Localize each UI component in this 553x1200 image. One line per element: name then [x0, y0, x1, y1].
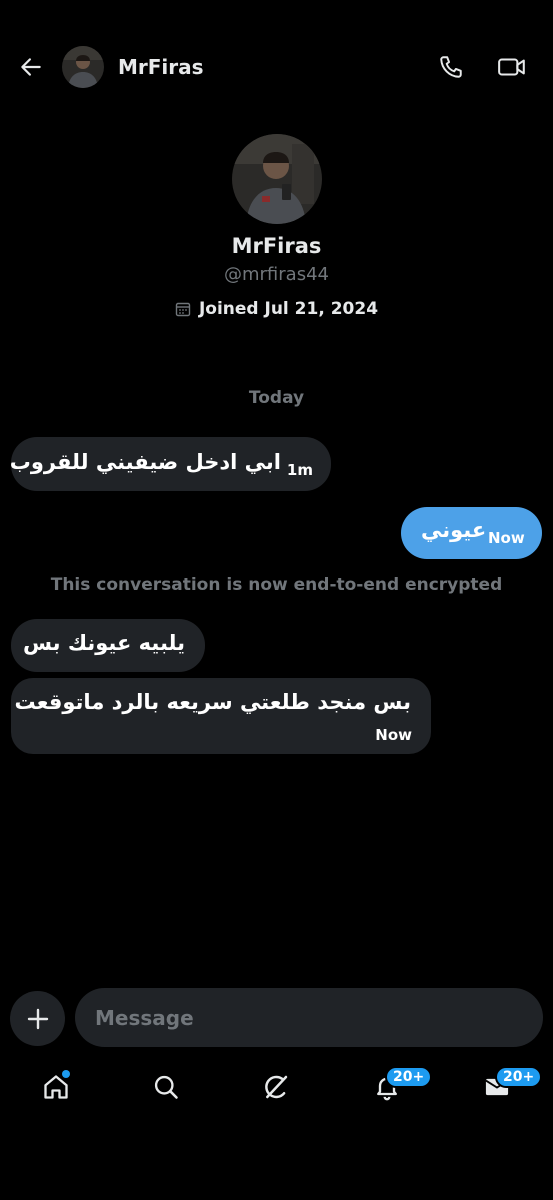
- grok-icon: [265, 1075, 288, 1099]
- video-call-button[interactable]: [494, 50, 530, 84]
- search-icon: [154, 1075, 178, 1099]
- back-button[interactable]: [14, 50, 48, 84]
- tab-home[interactable]: [31, 1064, 81, 1110]
- add-attachment-button[interactable]: [10, 991, 65, 1046]
- bottom-nav: 20+ 20+: [0, 1058, 553, 1118]
- home-indicator: [0, 1158, 553, 1162]
- message-time: Now: [375, 726, 412, 744]
- tab-messages[interactable]: 20+: [472, 1064, 543, 1110]
- calendar-icon: [175, 302, 191, 317]
- header-title[interactable]: MrFiras: [118, 55, 204, 79]
- call-button[interactable]: [434, 50, 468, 84]
- profile-avatar[interactable]: [231, 134, 322, 224]
- day-separator: Today: [248, 388, 305, 408]
- joined-text: Joined Jul 21, 2024: [198, 299, 379, 319]
- message-composer: [0, 988, 553, 1048]
- profile-name: MrFiras: [231, 234, 322, 258]
- message-input[interactable]: [75, 988, 543, 1047]
- encryption-notice: This conversation is now end-to-end encr…: [50, 575, 503, 595]
- notification-badge: 20+: [385, 1066, 433, 1088]
- message-text: يلبيه عيونك بس: [22, 631, 185, 655]
- notification-dot: [62, 1070, 70, 1078]
- message-text: ابي ادخل ضيفيني للقروب: [9, 450, 281, 474]
- profile-card: MrFiras @mrfiras44 Joined Jul 21, 2024: [0, 134, 553, 319]
- joined-date: Joined Jul 21, 2024: [0, 299, 553, 319]
- arrow-left-icon: [21, 58, 41, 76]
- message-time: Now: [488, 529, 525, 547]
- message-time: 1m: [286, 461, 313, 479]
- message-bubble-outgoing[interactable]: عيوني Now: [401, 507, 542, 559]
- chat-header: MrFiras: [0, 0, 553, 134]
- message-bubble-incoming[interactable]: ابي ادخل ضيفيني للقروب 1m: [9, 437, 331, 491]
- message-bubble-incoming[interactable]: بس منجد طلعتي سريعه بالرد ماتوقعت Now: [11, 678, 431, 754]
- messages-badge: 20+: [495, 1066, 543, 1088]
- message-bubble-incoming[interactable]: يلبيه عيونك بس: [11, 619, 205, 672]
- tab-notifications[interactable]: 20+: [362, 1064, 433, 1110]
- message-text: بس منجد طلعتي سريعه بالرد ماتوقعت: [14, 690, 411, 714]
- plus-icon: [27, 1008, 48, 1029]
- video-camera-icon: [498, 58, 525, 76]
- avatar[interactable]: [62, 46, 104, 88]
- profile-handle: @mrfiras44: [224, 264, 329, 285]
- phone-icon: [440, 56, 462, 78]
- tab-grok[interactable]: [251, 1064, 301, 1110]
- tab-search[interactable]: [141, 1064, 191, 1110]
- message-text: عيوني: [421, 518, 487, 542]
